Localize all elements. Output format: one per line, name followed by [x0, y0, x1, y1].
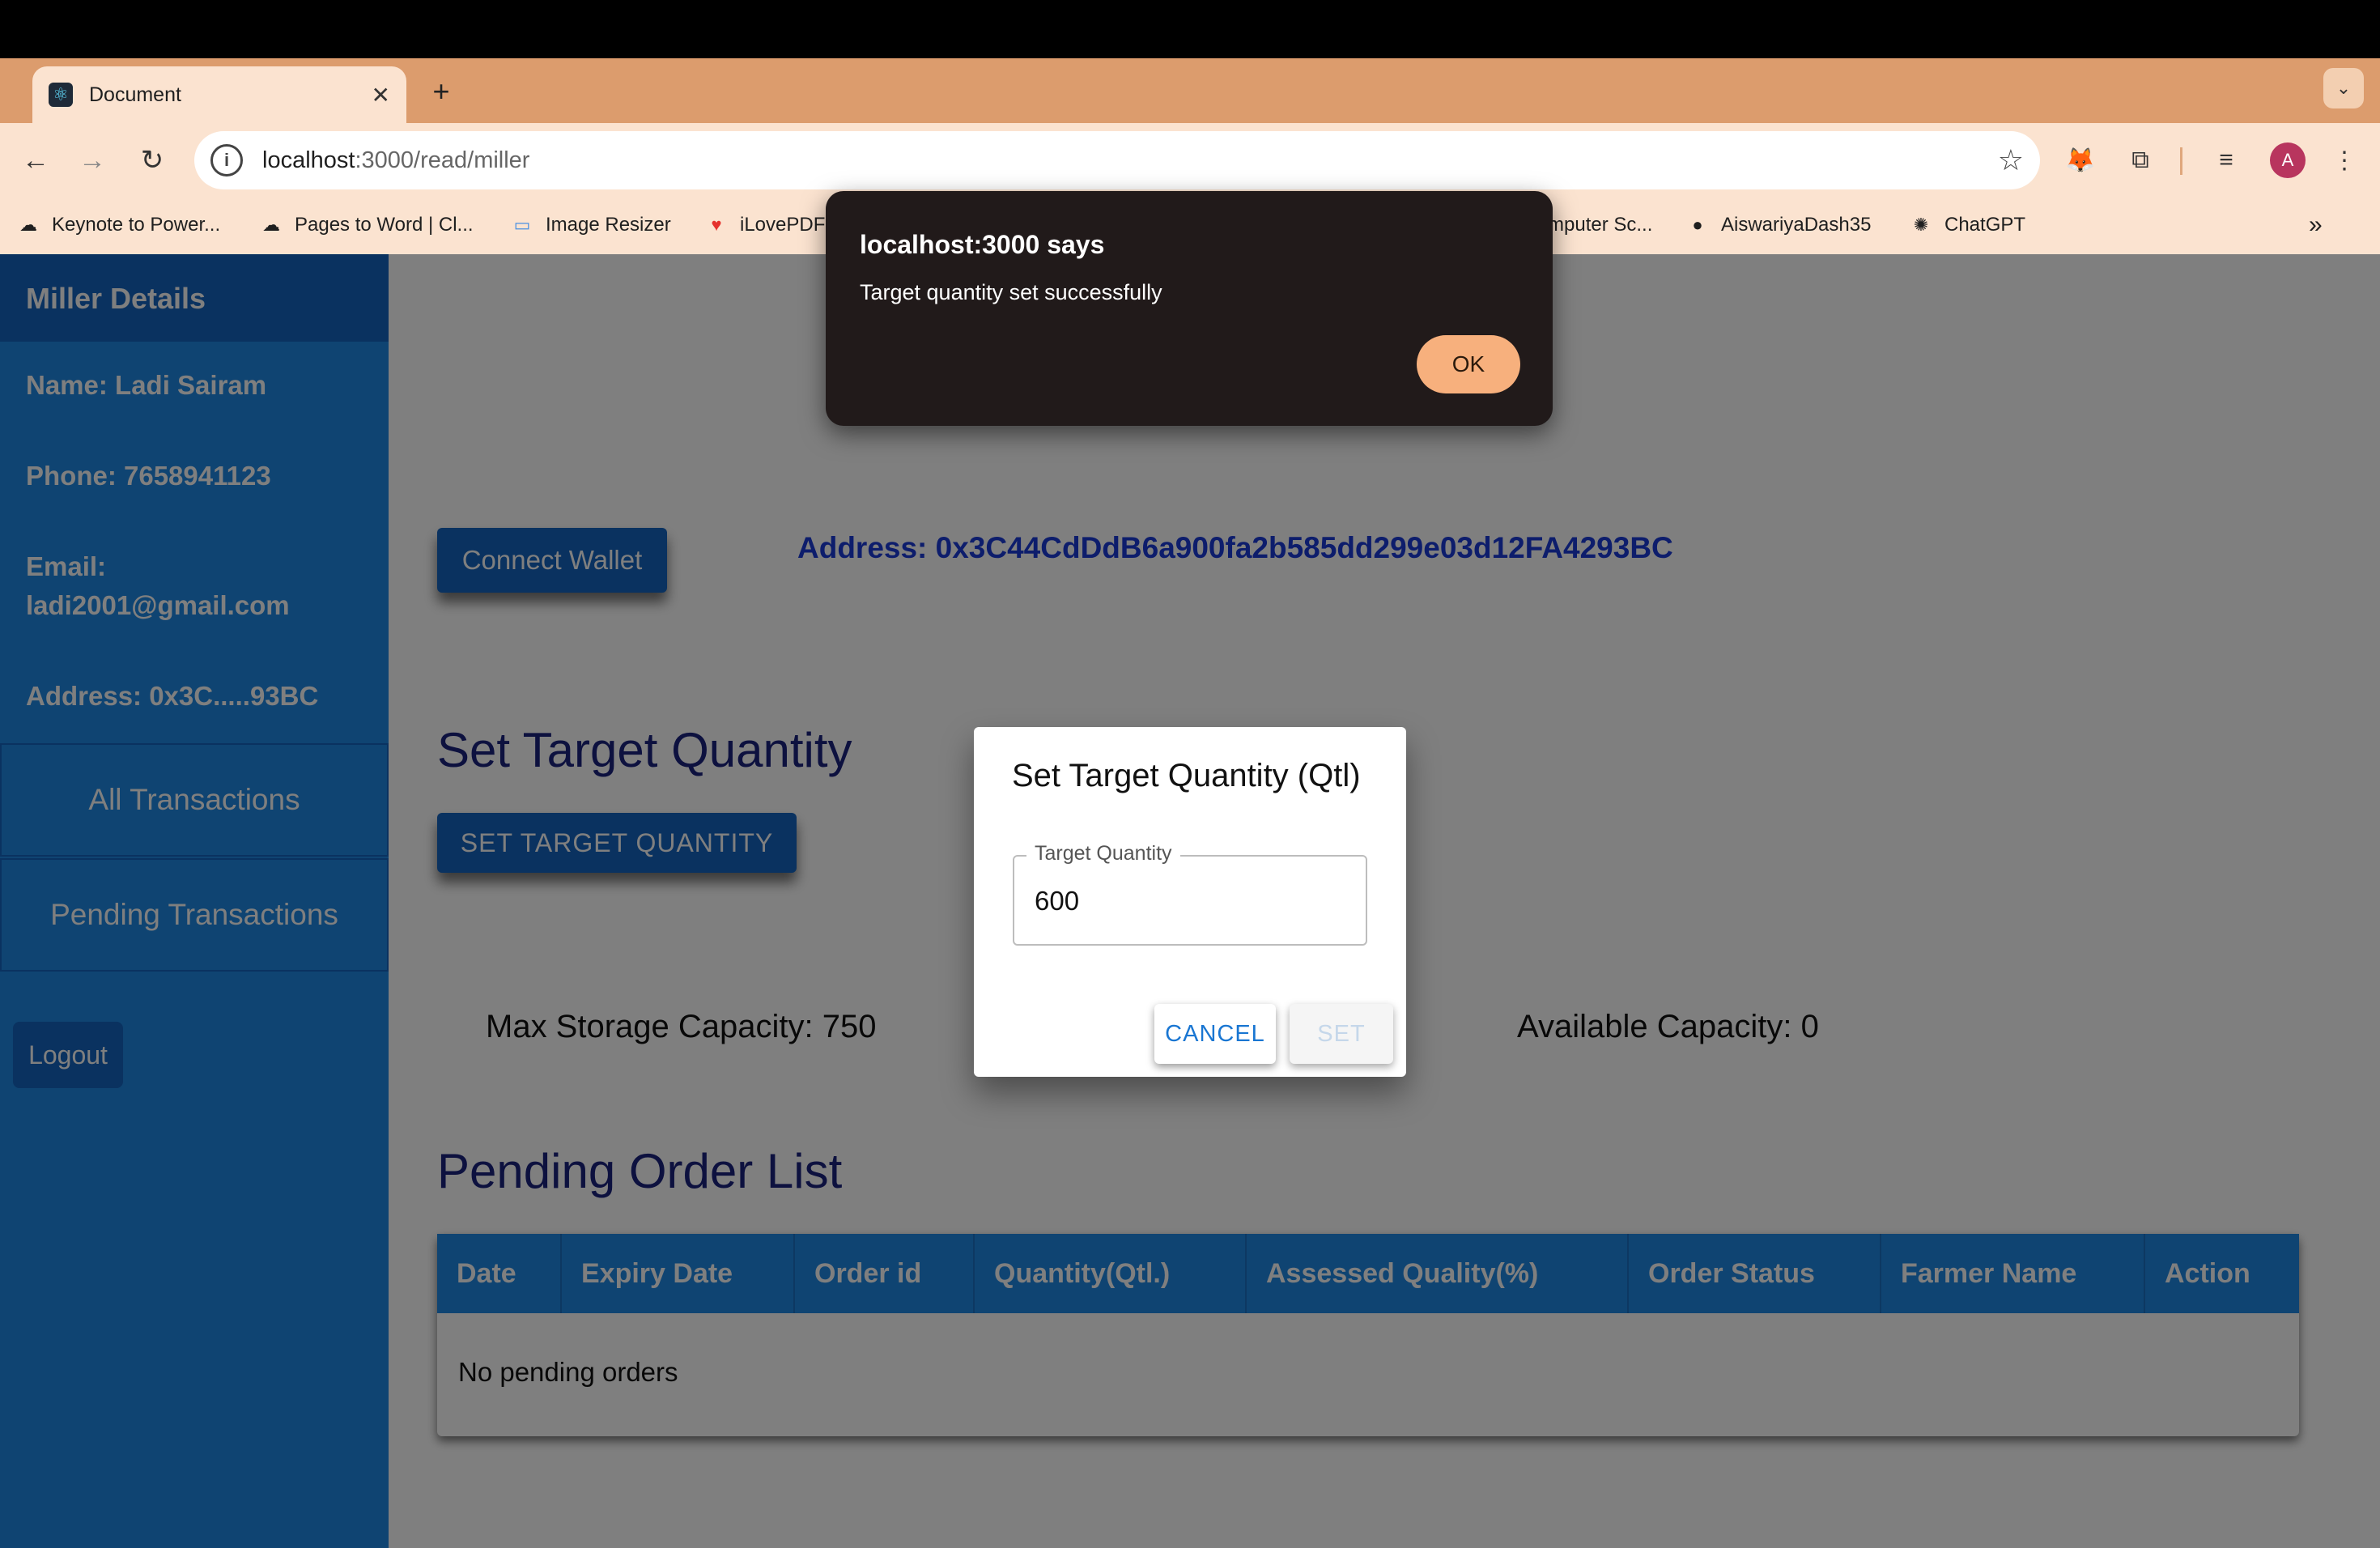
set-button[interactable]: SET	[1290, 1004, 1393, 1064]
cloud-icon: ☁	[262, 215, 280, 235]
forward-arrow-icon[interactable]: →	[70, 138, 115, 183]
image-icon: ▭	[513, 215, 531, 235]
address-bar[interactable]: i localhost:3000/read/miller ☆	[194, 131, 2040, 189]
bookmark-chatgpt[interactable]: ✺ ChatGPT	[1909, 207, 2025, 243]
url-text: localhost:3000/read/miller	[262, 147, 530, 173]
alert-ok-button[interactable]: OK	[1417, 335, 1520, 393]
site-info-icon[interactable]: i	[210, 144, 243, 176]
profile-avatar[interactable]: A	[2270, 142, 2306, 178]
react-icon: ⚛	[49, 83, 73, 107]
target-quantity-label: Target Quantity	[1026, 842, 1180, 865]
toolbar-divider	[2180, 147, 2182, 175]
cloud-icon: ☁	[19, 215, 37, 235]
bookmark-ilovepdf[interactable]: ♥ iLovePDF	[704, 207, 825, 243]
bookmark-keynote[interactable]: ☁ Keynote to Power...	[16, 207, 220, 243]
tab-search-chevron-icon[interactable]: ⌄	[2323, 68, 2364, 108]
cancel-button[interactable]: CANCEL	[1154, 1004, 1276, 1064]
alert-title: localhost:3000 says	[860, 230, 1105, 259]
new-tab-button[interactable]: +	[421, 71, 461, 112]
bookmark-star-icon[interactable]: ☆	[1998, 143, 2024, 177]
browser-tab[interactable]: ⚛ Document ✕	[32, 66, 406, 123]
reload-icon[interactable]: ↻	[130, 138, 175, 183]
bookmark-pages[interactable]: ☁ Pages to Word | Cl...	[259, 207, 474, 243]
back-arrow-icon[interactable]: ←	[13, 138, 58, 183]
tab-title: Document	[89, 83, 181, 106]
extensions-puzzle-icon[interactable]: ⧉	[2123, 142, 2158, 178]
screen-top-bar	[0, 0, 2380, 58]
github-icon: ●	[1692, 215, 1703, 235]
media-queue-icon[interactable]: ≡	[2208, 142, 2244, 178]
dialog-title: Set Target Quantity (Qtl)	[1012, 758, 1361, 793]
bookmark-computer-science[interactable]: mputer Sc...	[1548, 207, 1652, 243]
target-quantity-value[interactable]: 600	[1035, 886, 1079, 916]
bookmark-image-resizer[interactable]: ▭ Image Resizer	[510, 207, 671, 243]
close-tab-icon[interactable]: ✕	[372, 82, 390, 108]
metamask-fox-icon[interactable]: 🦊	[2063, 142, 2098, 178]
more-bookmarks-chevron-icon[interactable]: »	[2309, 207, 2323, 243]
alert-message: Target quantity set successfully	[860, 280, 1162, 304]
bookmark-github[interactable]: ● AiswariyaDash35	[1685, 207, 1871, 243]
kebab-menu-icon[interactable]: ⋮	[2327, 142, 2362, 178]
chatgpt-icon: ✺	[1913, 215, 1929, 235]
heart-icon: ♥	[711, 215, 722, 235]
